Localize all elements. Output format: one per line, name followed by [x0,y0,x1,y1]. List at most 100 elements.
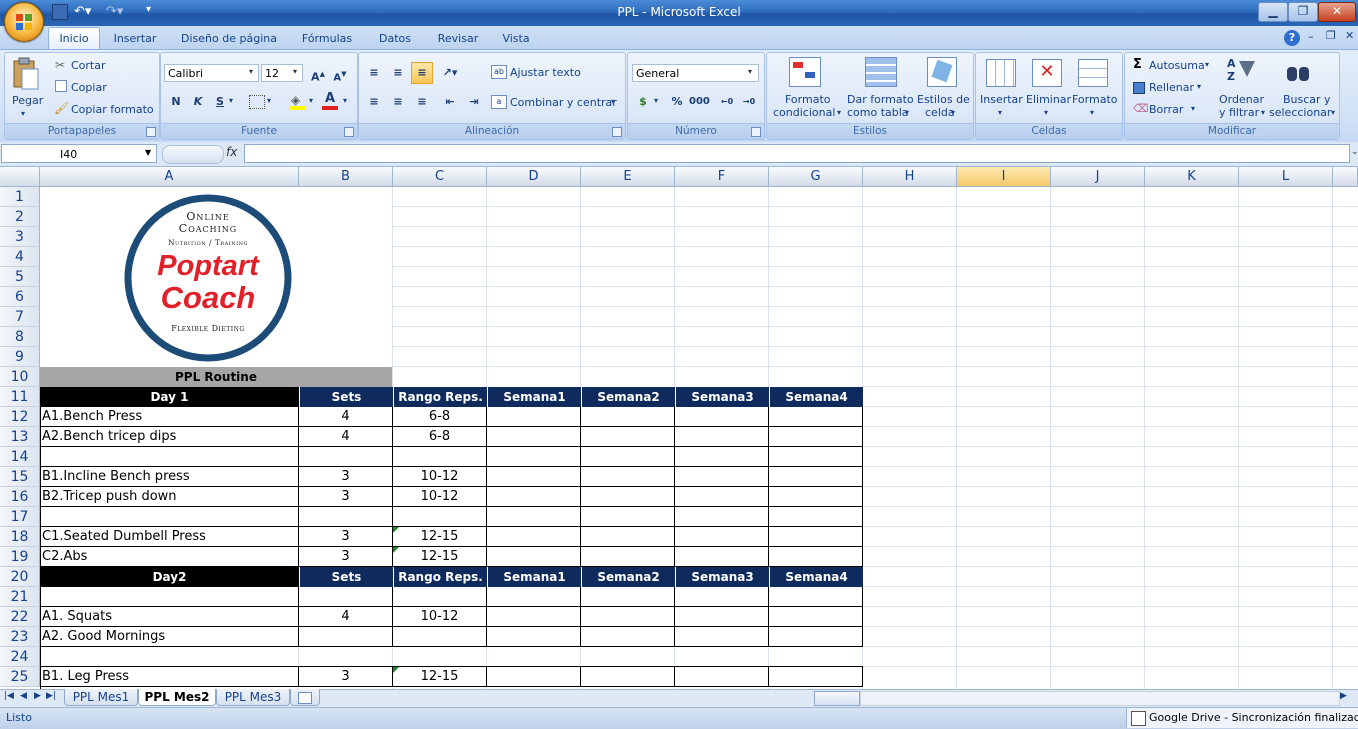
week-cell[interactable] [581,547,675,567]
format-cells-button[interactable]: Formato [1072,93,1118,106]
paste-dropdown-icon[interactable]: ▾ [21,109,25,118]
week-cell[interactable] [675,547,769,567]
sets-header[interactable]: Sets [299,567,393,587]
week-cell[interactable] [769,587,863,607]
week-cell[interactable] [769,467,863,487]
last-sheet-icon[interactable]: ▶| [46,691,56,701]
conditional-format-dropdown-icon[interactable]: ▾ [837,108,841,117]
week-cell[interactable] [675,447,769,467]
tab-vista[interactable]: Vista [496,30,536,48]
exercise-cell[interactable]: B1. Leg Press [40,667,299,687]
row-header[interactable]: 25 [0,667,40,687]
column-header-h[interactable]: H [863,167,957,187]
week-cell[interactable] [487,547,581,567]
delete-cells-button[interactable]: Eliminar [1026,93,1071,106]
borders-icon[interactable] [249,95,265,109]
week-cell[interactable] [769,667,863,687]
sets-cell[interactable]: 4 [299,407,393,427]
fill-dropdown-icon[interactable]: ▾ [1197,82,1201,91]
sets-cell[interactable]: 4 [299,607,393,627]
row-header[interactable]: 1 [0,187,40,207]
week2-header[interactable]: Semana2 [581,387,675,407]
formula-expand-icon[interactable]: ⌄ [1351,147,1358,157]
week-cell[interactable] [581,627,675,647]
align-right-icon[interactable]: ≡ [411,91,433,113]
ribbon-restore-icon[interactable]: ❐ [1326,29,1336,42]
week-cell[interactable] [769,427,863,447]
font-size-dropdown-icon[interactable]: ▾ [293,67,297,76]
sets-cell[interactable]: 3 [299,547,393,567]
conditional-format-label-2[interactable]: condicional [773,106,835,119]
tab-inicio[interactable]: Inicio [48,27,100,50]
next-sheet-icon[interactable]: ▶ [34,691,41,701]
week-cell[interactable] [581,447,675,467]
help-icon[interactable]: ? [1284,30,1300,46]
redo-icon[interactable]: ↷▾ [106,4,123,19]
row-header[interactable]: 17 [0,507,40,527]
column-header-e[interactable]: E [581,167,675,187]
orientation-icon[interactable]: ↗▾ [439,62,461,84]
week-cell[interactable] [581,507,675,527]
alignment-launcher-icon[interactable] [612,127,622,137]
tab-formulas[interactable]: Fórmulas [294,30,360,48]
merge-dropdown-icon[interactable]: ▾ [611,97,615,106]
exercise-cell[interactable]: B2.Tricep push down [40,487,299,507]
cell-styles-dropdown-icon[interactable]: ▾ [951,108,955,117]
exercise-cell[interactable]: C1.Seated Dumbell Press [40,527,299,547]
exercise-cell[interactable]: A1.Bench Press [40,407,299,427]
week-cell[interactable] [675,587,769,607]
exercise-cell[interactable]: B1.Incline Bench press [40,467,299,487]
exercise-cell[interactable] [40,507,299,527]
sets-header[interactable]: Sets [299,387,393,407]
row-header[interactable]: 11 [0,387,40,407]
find-select-dropdown-icon[interactable]: ▾ [1331,108,1335,117]
italic-button[interactable]: K [187,91,209,113]
week-cell[interactable] [769,547,863,567]
week-cell[interactable] [769,527,863,547]
week-cell[interactable] [487,587,581,607]
sheet-tab-ppl-mes2[interactable]: PPL Mes2 [138,689,216,706]
week-cell[interactable] [769,607,863,627]
day2-header[interactable]: Day2 [40,567,299,587]
week-cell[interactable] [769,407,863,427]
office-button[interactable] [4,2,44,42]
sets-cell[interactable] [299,627,393,647]
sort-filter-label-1[interactable]: Ordenar [1219,93,1264,106]
conditional-format-label-1[interactable]: Formato [785,93,831,106]
autosum-button[interactable]: Autosuma [1149,59,1205,72]
number-format-select[interactable]: General [632,64,759,82]
font-name-select[interactable]: Calibri [164,64,259,82]
column-header-k[interactable]: K [1145,167,1239,187]
prev-sheet-icon[interactable]: ◀ [20,691,27,701]
underline-button[interactable]: S [209,91,231,113]
row-header[interactable]: 24 [0,647,40,667]
week-cell[interactable] [675,527,769,547]
currency-dropdown-icon[interactable]: ▾ [654,96,658,105]
week-cell[interactable] [769,487,863,507]
week-cell[interactable] [581,667,675,687]
column-header-i[interactable]: I [957,167,1051,187]
scroll-right-icon[interactable]: ▶ [1340,691,1347,701]
format-as-table-dropdown-icon[interactable]: ▾ [905,108,909,117]
sets-cell[interactable]: 4 [299,427,393,447]
font-launcher-icon[interactable] [344,127,354,137]
worksheet-grid[interactable]: A B C D E F G H I J K L 1 2 3 4 5 6 7 8 … [0,167,1358,689]
row-header[interactable]: 13 [0,427,40,447]
clipboard-launcher-icon[interactable] [146,127,156,137]
column-header-j[interactable]: J [1051,167,1145,187]
column-header-d[interactable]: D [487,167,581,187]
reps-cell[interactable]: 10-12 [393,467,487,487]
row-header[interactable]: 10 [0,367,40,387]
thousands-button[interactable]: 000 [688,91,710,113]
name-box[interactable]: I40 [1,144,157,163]
reps-cell[interactable]: 12-15 [393,547,487,567]
reps-cell[interactable] [393,587,487,607]
align-center-icon[interactable]: ≡ [387,91,409,113]
select-all-corner[interactable] [0,167,40,187]
cut-button[interactable]: Cortar [71,59,106,72]
row-header[interactable]: 5 [0,267,40,287]
error-indicator-icon[interactable] [393,547,399,553]
week-cell[interactable] [769,627,863,647]
week-cell[interactable] [675,507,769,527]
row-header[interactable]: 19 [0,547,40,567]
